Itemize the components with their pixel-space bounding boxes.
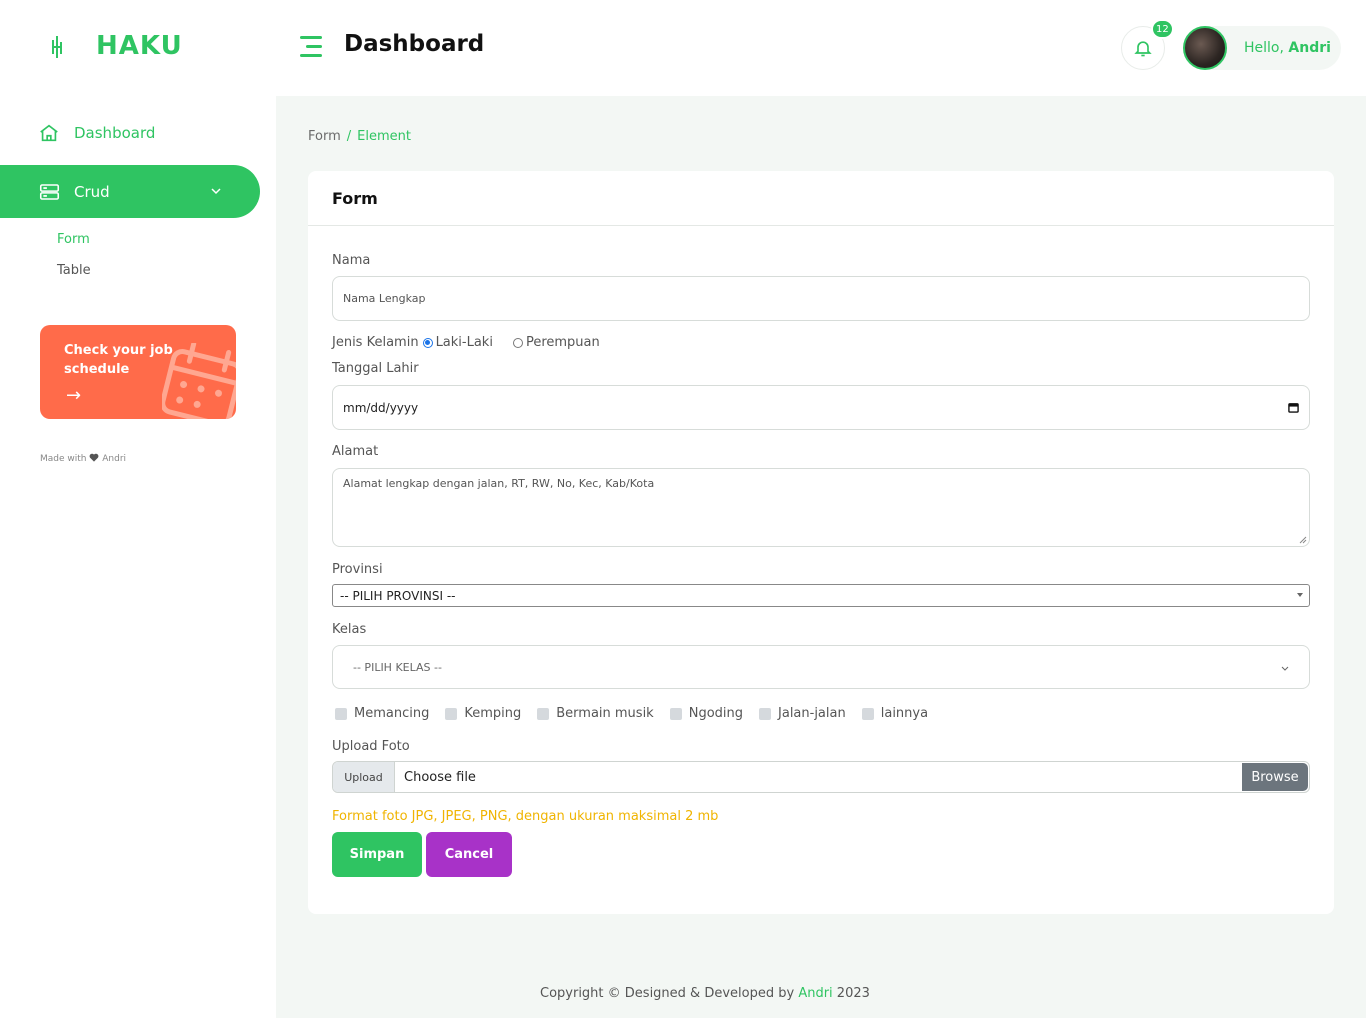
arrow-right-icon[interactable]: → [66,385,81,406]
sidebar-item-label: Crud [74,182,110,201]
hobby-checkbox-bermain-musik[interactable]: Bermain musik [537,706,654,721]
logo-icon [52,36,62,58]
hobby-checkbox-lainnya[interactable]: lainnya [861,706,929,721]
sidebar-item-crud[interactable]: Crud [0,165,260,218]
menu-toggle-icon[interactable] [300,36,324,58]
user-greeting: Hello, Andri [1244,40,1331,56]
checkbox-label: Jalan-jalan [778,706,846,721]
footer-text: Copyright © Designed & Developed by [540,986,795,1001]
upload-foto-input[interactable]: Upload Choose file Browse [332,761,1310,793]
gender-option-label: Perempuan [525,335,600,350]
footer-author[interactable]: Andri [798,986,832,1001]
cancel-button[interactable]: Cancel [426,832,512,877]
home-icon [40,124,58,142]
avatar [1183,26,1227,70]
tanggal-value: mm/dd/yyyy [343,400,419,415]
tanggal-label: Tanggal Lahir [332,361,419,376]
upload-label: Upload Foto [332,739,410,754]
card-title: Form [308,171,1334,226]
gender-option-label: Laki-Laki [435,335,493,350]
alamat-placeholder: Alamat lengkap dengan jalan, RT, RW, No,… [343,477,655,490]
gender-label: Jenis Kelamin [332,335,419,350]
server-icon [39,183,60,200]
kelas-select[interactable]: -- PILIH KELAS -- [332,645,1310,689]
sidebar-subitem-form[interactable]: Form [57,232,90,247]
sidebar-item-label: Dashboard [74,124,156,142]
upload-hint: Format foto JPG, JPEG, PNG, dengan ukura… [332,809,719,824]
checkbox-label: Kemping [464,706,522,721]
browse-button[interactable]: Browse [1242,763,1308,791]
chevron-down-icon [1281,666,1289,671]
nama-label: Nama [332,253,371,268]
checkbox-label: Bermain musik [556,706,654,721]
heart-icon [89,453,99,462]
save-button[interactable]: Simpan [332,832,422,877]
breadcrumb: Form / Element [308,129,411,144]
gender-radio-female[interactable] [512,337,523,348]
brand-logo[interactable]: HAKU [48,28,183,64]
breadcrumb-parent[interactable]: Form [308,129,341,144]
top-bar: HAKU Dashboard 12 Hello, Andri [0,0,1366,96]
nama-input[interactable]: Nama Lengkap [332,276,1310,321]
checkbox[interactable] [445,707,458,720]
hobby-checkbox-kemping[interactable]: Kemping [445,706,521,721]
dropdown-arrow-icon [1297,593,1303,597]
breadcrumb-separator: / [346,129,352,144]
promo-text: Check your job schedule [64,343,173,377]
upload-prefix: Upload [333,762,395,792]
made-by-name: Andri [102,454,127,464]
bell-icon [1134,41,1152,57]
hobby-checkboxes: Memancing Kemping Bermain musik Ngoding … [335,706,944,721]
checkbox-label: Memancing [354,706,430,721]
hobby-checkbox-memancing[interactable]: Memancing [335,706,429,721]
provinsi-label: Provinsi [332,562,383,577]
alamat-textarea[interactable]: Alamat lengkap dengan jalan, RT, RW, No,… [332,468,1310,547]
provinsi-select[interactable]: -- PILIH PROVINSI -- [332,584,1310,607]
calendar-picker-icon[interactable] [1288,402,1299,413]
choose-file-field[interactable]: Choose file [395,762,1241,792]
checkbox-label: Ngoding [688,706,744,721]
footer-year: 2023 [836,986,870,1001]
sidebar-subitem-table[interactable]: Table [57,263,91,278]
sidebar: Dashboard Crud Form Table Check your job… [0,96,276,1018]
notification-badge: 12 [1151,19,1174,39]
made-with-credit: Made with Andri [40,453,126,464]
provinsi-selected: -- PILIH PROVINSI -- [340,588,456,603]
user-menu[interactable]: Hello, Andri [1183,26,1341,70]
footer-copyright: Copyright © Designed & Developed by Andr… [540,986,870,1001]
alamat-label: Alamat [332,444,379,459]
gender-group: Jenis Kelamin Laki-Laki Perempuan [332,335,600,350]
chevron-down-icon[interactable] [210,185,222,197]
form-card: Form Nama Nama Lengkap Jenis Kelamin Lak… [308,171,1334,914]
hobby-checkbox-ngoding[interactable]: Ngoding [669,706,744,721]
made-with-text: Made with [40,454,87,464]
sidebar-item-dashboard[interactable]: Dashboard [38,122,155,144]
checkbox-label: lainnya [880,706,929,721]
tanggal-input[interactable]: mm/dd/yyyy [332,385,1310,430]
checkbox[interactable] [335,707,347,720]
breadcrumb-current: Element [357,129,411,144]
main-content: Form / Element Form Nama Nama Lengkap Jeni… [276,96,1366,1018]
nama-placeholder: Nama Lengkap [343,292,426,305]
greeting-prefix: Hello, [1244,40,1284,56]
checkbox[interactable] [861,707,874,720]
checkbox[interactable] [537,707,550,720]
job-schedule-card[interactable]: Check your job schedule → [40,325,236,419]
kelas-label: Kelas [332,622,367,637]
checkbox[interactable] [759,707,772,720]
user-name: Andri [1288,40,1331,56]
hobby-checkbox-jalan-jalan[interactable]: Jalan-jalan [759,706,846,721]
kelas-selected: -- PILIH KELAS -- [353,660,442,674]
gender-radio-male[interactable] [422,337,433,348]
checkbox[interactable] [669,707,682,720]
resize-handle-icon[interactable] [1299,536,1307,544]
brand-name: HAKU [96,31,183,61]
page-title: Dashboard [344,31,485,57]
